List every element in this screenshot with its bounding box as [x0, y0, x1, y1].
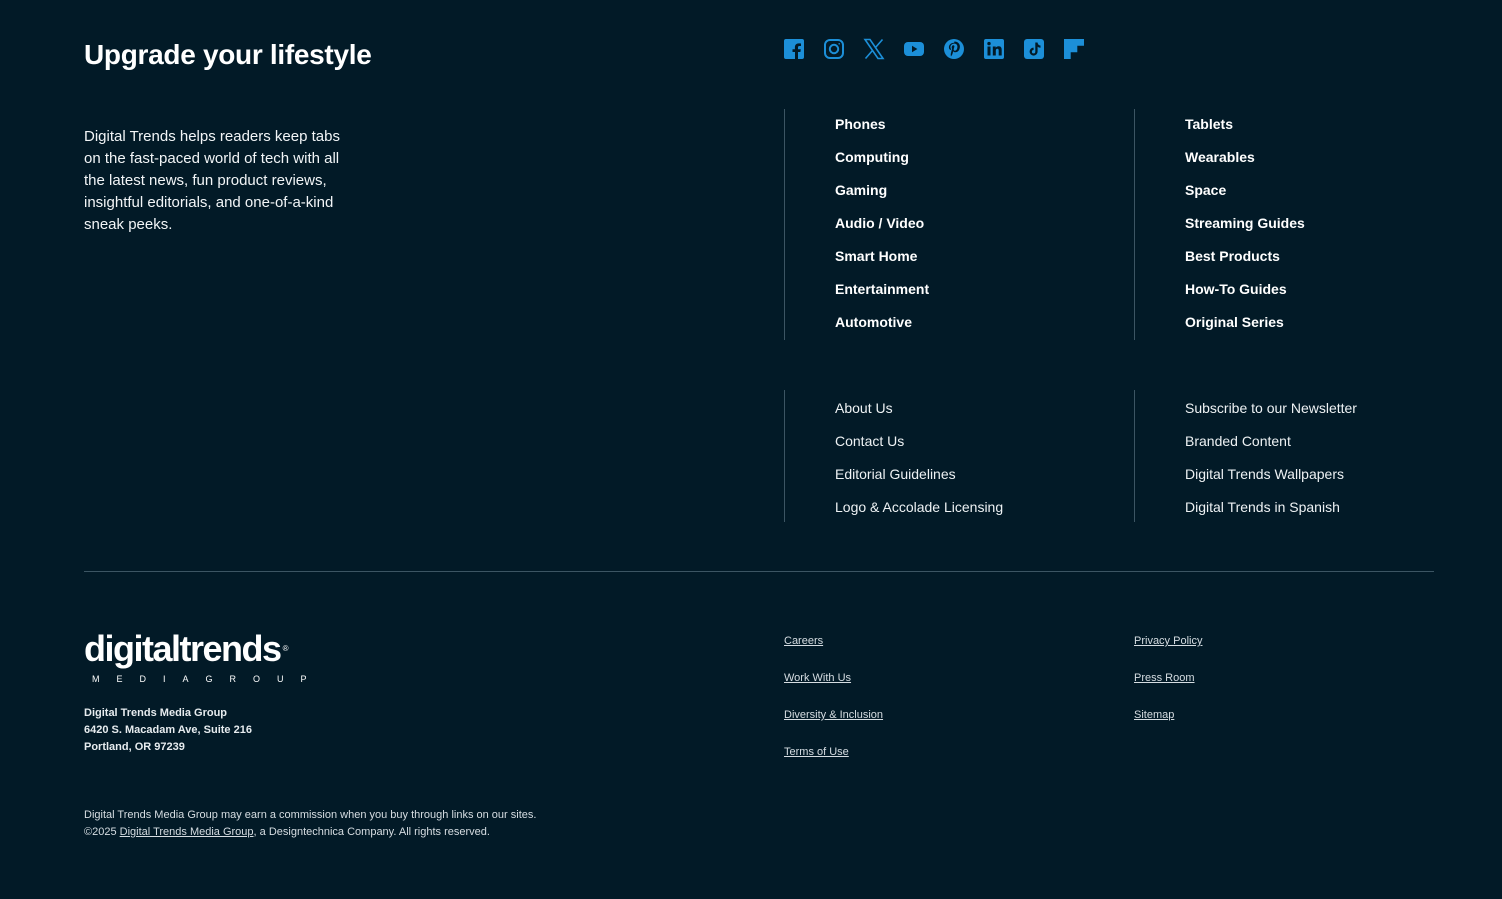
footer-description: Digital Trends helps readers keep tabs o…: [84, 128, 340, 233]
legal-notice: Digital Trends Media Group may earn a co…: [84, 807, 536, 841]
editorial-guidelines-link[interactable]: Editorial Guidelines: [785, 465, 1085, 498]
category-link-entertainment[interactable]: Entertainment: [785, 280, 1085, 313]
logo-subtitle: MEDIAGROUP: [92, 674, 324, 684]
footer-links-column-2: Privacy Policy Press Room Sitemap: [1134, 634, 1202, 745]
category-link-phones[interactable]: Phones: [785, 115, 1085, 148]
logo-accolade-licensing-link[interactable]: Logo & Accolade Licensing: [785, 498, 1085, 531]
company-links-column-2: Subscribe to our Newsletter Branded Cont…: [1134, 390, 1435, 522]
facebook-icon[interactable]: [783, 38, 805, 60]
copyright-prefix: ©2025: [84, 826, 120, 838]
footer-divider: [84, 571, 1434, 572]
flipboard-icon[interactable]: [1063, 38, 1085, 60]
category-column-2: Tablets Wearables Space Streaming Guides…: [1134, 109, 1435, 340]
diversity-inclusion-link[interactable]: Diversity & Inclusion: [784, 708, 883, 745]
social-links: [783, 38, 1103, 60]
category-link-how-to-guides[interactable]: How-To Guides: [1135, 280, 1435, 313]
newsletter-link[interactable]: Subscribe to our Newsletter: [1135, 399, 1435, 432]
about-us-link[interactable]: About Us: [785, 399, 1085, 432]
address-line-3: Portland, OR 97239: [84, 741, 185, 753]
spanish-link[interactable]: Digital Trends in Spanish: [1135, 498, 1435, 531]
careers-link[interactable]: Careers: [784, 634, 883, 671]
branded-content-link[interactable]: Branded Content: [1135, 432, 1435, 465]
linkedin-icon[interactable]: [983, 38, 1005, 60]
address-line-1: Digital Trends Media Group: [84, 707, 228, 719]
category-link-automotive[interactable]: Automotive: [785, 313, 1085, 346]
category-link-original-series[interactable]: Original Series: [1135, 313, 1435, 346]
category-link-wearables[interactable]: Wearables: [1135, 148, 1435, 181]
company-address: Digital Trends Media Group 6420 S. Macad…: [84, 705, 252, 756]
copyright-company-link[interactable]: Digital Trends Media Group: [120, 826, 254, 838]
category-link-audio-video[interactable]: Audio / Video: [785, 214, 1085, 247]
wallpapers-link[interactable]: Digital Trends Wallpapers: [1135, 465, 1435, 498]
copyright-line: ©2025 Digital Trends Media Group, a Desi…: [84, 824, 536, 841]
category-link-gaming[interactable]: Gaming: [785, 181, 1085, 214]
logo-registered-mark: ®: [282, 644, 289, 653]
commission-disclaimer: Digital Trends Media Group may earn a co…: [84, 809, 537, 821]
category-link-space[interactable]: Space: [1135, 181, 1435, 214]
company-links-column-1: About Us Contact Us Editorial Guidelines…: [784, 390, 1085, 522]
category-link-tablets[interactable]: Tablets: [1135, 115, 1435, 148]
contact-us-link[interactable]: Contact Us: [785, 432, 1085, 465]
instagram-icon[interactable]: [823, 38, 845, 60]
press-room-link[interactable]: Press Room: [1134, 671, 1202, 708]
footer-headline: Upgrade your lifestyle: [84, 39, 372, 70]
copyright-suffix: , a Designtechnica Company. All rights r…: [253, 826, 490, 838]
address-line-2: 6420 S. Macadam Ave, Suite 216: [84, 724, 252, 736]
sitemap-link[interactable]: Sitemap: [1134, 708, 1202, 745]
category-link-smart-home[interactable]: Smart Home: [785, 247, 1085, 280]
youtube-icon[interactable]: [903, 38, 925, 60]
terms-of-use-link[interactable]: Terms of Use: [784, 745, 883, 782]
category-column-1: Phones Computing Gaming Audio / Video Sm…: [784, 109, 1085, 340]
category-link-best-products[interactable]: Best Products: [1135, 247, 1435, 280]
footer-links-column-1: Careers Work With Us Diversity & Inclusi…: [784, 634, 883, 782]
category-link-streaming-guides[interactable]: Streaming Guides: [1135, 214, 1435, 247]
logo-wordmark: digitaltrends: [84, 628, 282, 669]
tiktok-icon[interactable]: [1023, 38, 1045, 60]
category-link-computing[interactable]: Computing: [785, 148, 1085, 181]
privacy-policy-link[interactable]: Privacy Policy: [1134, 634, 1202, 671]
work-with-us-link[interactable]: Work With Us: [784, 671, 883, 708]
x-icon[interactable]: [863, 38, 885, 60]
pinterest-icon[interactable]: [943, 38, 965, 60]
digital-trends-logo[interactable]: digitaltrends ® MEDIAGROUP: [84, 628, 324, 685]
